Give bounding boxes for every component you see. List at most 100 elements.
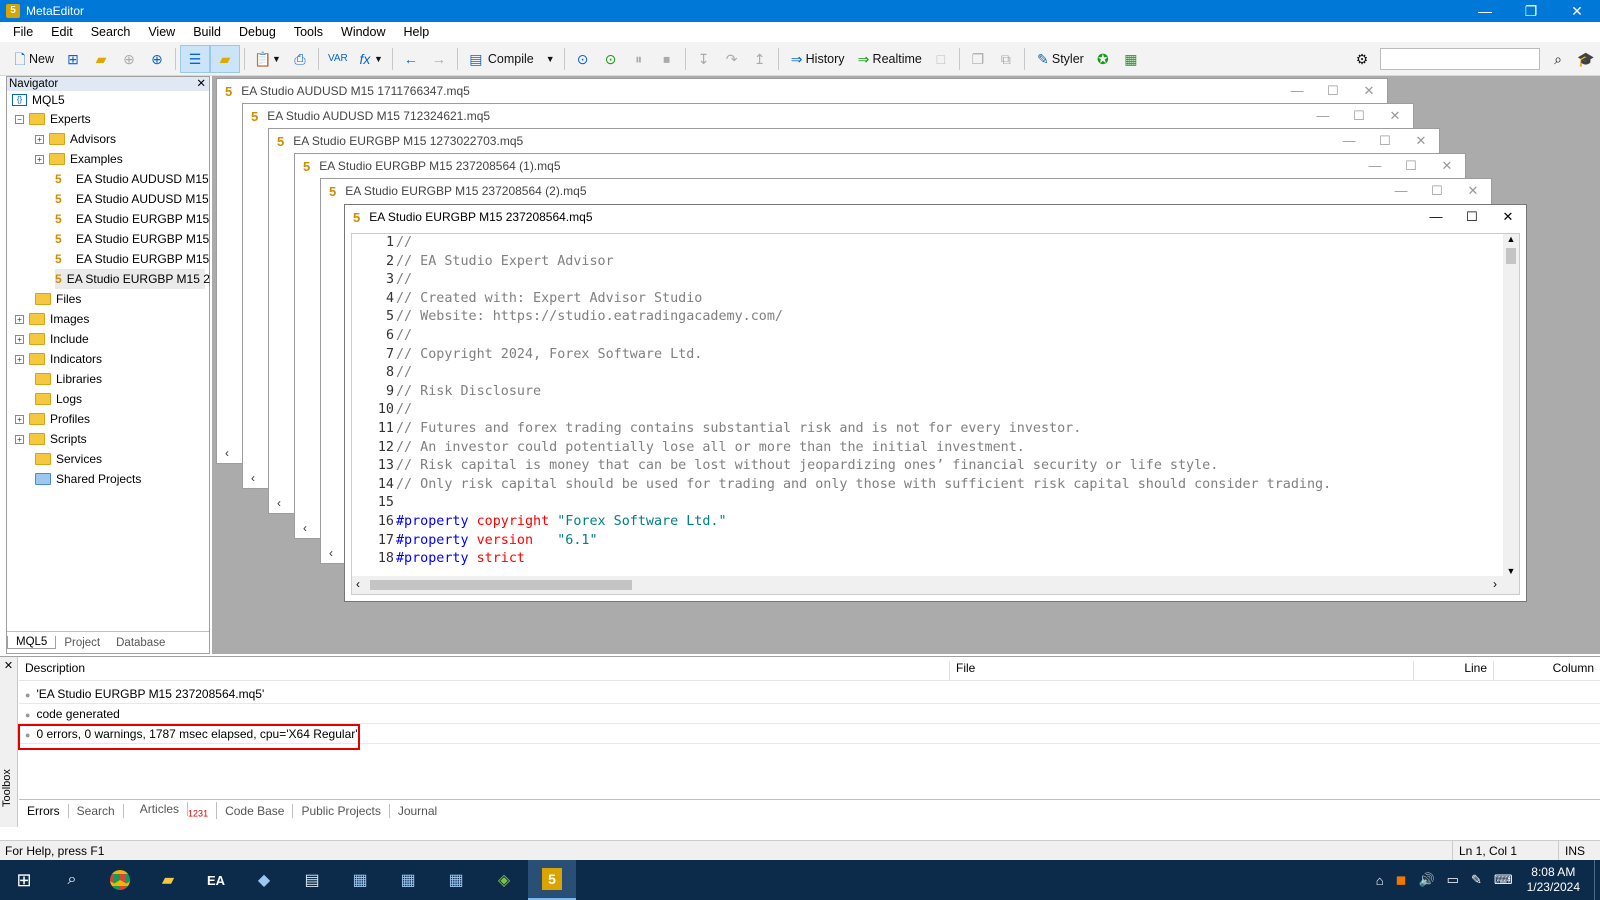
- maximize-icon[interactable]: ☐: [1315, 83, 1351, 99]
- tree-item-file[interactable]: 5 EA Studio AUDUSD M15 7: [55, 189, 219, 209]
- maximize-button[interactable]: ❐: [1508, 0, 1554, 22]
- maximize-icon[interactable]: ☐: [1419, 183, 1455, 199]
- tree-item-experts[interactable]: − Experts: [15, 109, 91, 129]
- tab-code-base[interactable]: Code Base: [217, 803, 294, 818]
- scroll-left-icon[interactable]: ‹: [269, 493, 289, 513]
- tree-item-include[interactable]: + Include: [15, 329, 89, 349]
- styler-button[interactable]: ✎ Styler: [1029, 45, 1089, 73]
- stop-profiling-button[interactable]: □: [927, 45, 955, 73]
- taskbar-ea-studio[interactable]: EA: [192, 860, 240, 900]
- taskbar-metatrader[interactable]: ▦: [336, 860, 384, 900]
- taskbar-app[interactable]: ◆: [240, 860, 288, 900]
- toolbox-toggle[interactable]: ▰: [210, 44, 241, 73]
- table-row[interactable]: ● 'EA Studio EURGBP M15 237208564.mq5': [19, 684, 1600, 704]
- save-button[interactable]: ⊕: [115, 45, 143, 73]
- tab-journal[interactable]: Journal: [390, 804, 445, 818]
- menu-help[interactable]: Help: [394, 25, 438, 39]
- forward-button[interactable]: →: [425, 45, 453, 73]
- maximize-icon[interactable]: ☐: [1454, 209, 1490, 225]
- menu-debug[interactable]: Debug: [230, 25, 285, 39]
- step-out-button[interactable]: ↥: [746, 45, 774, 73]
- column-line[interactable]: Line: [1413, 661, 1493, 680]
- minimize-icon[interactable]: —: [1305, 108, 1341, 124]
- expand-icon[interactable]: +: [15, 354, 24, 364]
- close-button[interactable]: ✕: [1554, 0, 1600, 22]
- compare-button[interactable]: ⧉: [992, 45, 1020, 73]
- search-options-button[interactable]: ⚙: [1348, 45, 1376, 73]
- expand-icon[interactable]: +: [15, 434, 24, 444]
- document-caption[interactable]: 5 EA Studio EURGBP M15 237208564.mq5— ☐ ✕: [345, 205, 1526, 229]
- tree-item-file[interactable]: 5 EA Studio EURGBP M15 1: [55, 209, 219, 229]
- step-over-button[interactable]: ↷: [718, 45, 746, 73]
- menu-tools[interactable]: Tools: [285, 25, 332, 39]
- volume-icon[interactable]: 🔊: [1418, 872, 1434, 888]
- horizontal-scrollbar[interactable]: ‹ ›: [352, 576, 1519, 594]
- minimize-icon[interactable]: —: [1279, 83, 1315, 99]
- column-description[interactable]: Description: [19, 661, 949, 680]
- tree-item-scripts[interactable]: + Scripts: [15, 429, 87, 449]
- close-icon[interactable]: ✕: [1490, 209, 1526, 225]
- scroll-left-icon[interactable]: ‹: [356, 577, 360, 591]
- menu-view[interactable]: View: [139, 25, 184, 39]
- close-icon[interactable]: ✕: [1429, 158, 1465, 174]
- code-text[interactable]: // // EA Studio Expert Advisor // // Create…: [396, 234, 1501, 576]
- copy-button[interactable]: ❐: [964, 45, 992, 73]
- pause-button[interactable]: ⏸: [625, 45, 653, 73]
- horizontal-scroll-thumb[interactable]: [370, 580, 632, 590]
- show-desktop-button[interactable]: [1594, 860, 1600, 900]
- collapse-icon[interactable]: −: [15, 114, 24, 124]
- column-file[interactable]: File: [949, 661, 1413, 680]
- tree-item-file[interactable]: 5 EA Studio EURGBP M15 2: [55, 229, 219, 249]
- scroll-left-icon[interactable]: ‹: [321, 543, 341, 563]
- tree-item-examples[interactable]: + Examples: [35, 149, 123, 169]
- close-icon[interactable]: ✕: [1455, 183, 1491, 199]
- document-caption[interactable]: 5 EA Studio AUDUSD M15 712324621.mq5— ☐ ✕: [243, 104, 1413, 128]
- search-button[interactable]: ⌕: [1544, 45, 1572, 73]
- vertical-scroll-thumb[interactable]: [1506, 248, 1516, 264]
- document-caption[interactable]: 5 EA Studio EURGBP M15 237208564 (1).mq5—…: [295, 154, 1465, 178]
- app-tray-icon[interactable]: ◼: [1396, 872, 1407, 888]
- back-button[interactable]: ←: [397, 45, 425, 73]
- maximize-icon[interactable]: ☐: [1367, 133, 1403, 149]
- tree-item-logs[interactable]: Logs: [29, 389, 82, 409]
- tab-project[interactable]: Project: [56, 637, 108, 649]
- tree-item-file[interactable]: 5 EA Studio AUDUSD M15 1: [55, 169, 219, 189]
- tree-item-images[interactable]: + Images: [15, 309, 89, 329]
- document-caption[interactable]: 5 EA Studio AUDUSD M15 1711766347.mq5— ☐ ✕: [217, 79, 1387, 103]
- maximize-icon[interactable]: ☐: [1393, 158, 1429, 174]
- navigator-toggle[interactable]: ☰: [180, 44, 211, 73]
- menu-search[interactable]: Search: [82, 25, 140, 39]
- history-button[interactable]: ⇒ History: [783, 45, 850, 73]
- taskbar-metatrader[interactable]: ▦: [432, 860, 480, 900]
- taskbar-metaeditor[interactable]: 5: [528, 860, 576, 900]
- search-input[interactable]: [1380, 47, 1540, 70]
- code-editor[interactable]: 1 2 3 4 5 6 7 8 9 10 11 12 13 14 15 16 17 18 //// EA Stud…: [351, 233, 1520, 595]
- expand-icon[interactable]: +: [15, 414, 24, 424]
- scroll-right-icon[interactable]: ›: [1493, 577, 1497, 591]
- tab-articles[interactable]: Articles 1231: [124, 802, 218, 819]
- print-button[interactable]: ⎙: [286, 45, 314, 73]
- tree-item-file-selected[interactable]: 5 EA Studio EURGBP M15 2: [55, 269, 210, 289]
- step-into-button[interactable]: ↧: [690, 45, 718, 73]
- scroll-left-icon[interactable]: ‹: [295, 518, 315, 538]
- start-button[interactable]: ⊞: [0, 860, 48, 900]
- close-icon[interactable]: ✕: [1377, 108, 1413, 124]
- debug-real-button[interactable]: ⊙: [569, 45, 597, 73]
- open-button[interactable]: ▰: [87, 45, 115, 73]
- new-button[interactable]: 🗋 New: [6, 45, 59, 73]
- tab-database[interactable]: Database: [108, 637, 173, 649]
- tree-item-advisors[interactable]: + Advisors: [35, 129, 116, 149]
- scroll-up-icon[interactable]: ▲: [1503, 234, 1519, 244]
- tree-item-files[interactable]: Files: [29, 289, 81, 309]
- mql5-community-button[interactable]: 🎓: [1572, 45, 1600, 73]
- tab-mql5[interactable]: MQL5: [7, 636, 57, 649]
- navigator-close-icon[interactable]: ✕: [196, 77, 209, 91]
- tree-item-file[interactable]: 5 EA Studio EURGBP M15 2: [55, 249, 219, 269]
- tab-search[interactable]: Search: [69, 803, 124, 818]
- minimize-icon[interactable]: —: [1331, 133, 1367, 149]
- tree-item-indicators[interactable]: + Indicators: [15, 349, 102, 369]
- toolbox-close-icon[interactable]: ✕: [0, 659, 17, 672]
- realtime-button[interactable]: ⇒ Realtime: [850, 45, 927, 73]
- debug-history-button[interactable]: ⊙: [597, 45, 625, 73]
- expand-icon[interactable]: +: [35, 134, 44, 144]
